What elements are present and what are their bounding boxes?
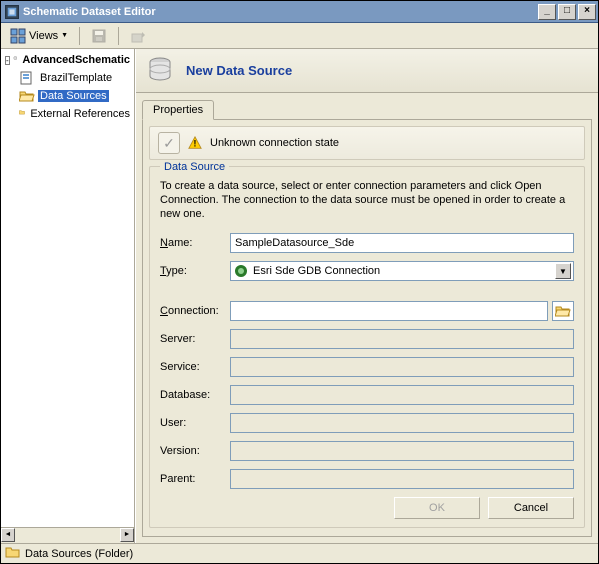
tree-root[interactable]: - AdvancedSchematic	[1, 51, 134, 69]
server-input	[230, 329, 574, 349]
database-large-icon	[144, 55, 176, 87]
tab-row: Properties	[142, 99, 592, 119]
minus-icon: -	[5, 56, 10, 65]
close-button[interactable]: ×	[578, 4, 596, 20]
cancel-label: Cancel	[514, 502, 548, 514]
titlebar: Schematic Dataset Editor _ □ ×	[1, 1, 598, 23]
folder-icon	[19, 106, 25, 122]
save-button	[86, 26, 112, 46]
content-title: New Data Source	[186, 63, 292, 78]
tab-label: Properties	[153, 104, 203, 116]
ok-button: OK	[394, 497, 480, 519]
toolbar: Views ▼	[1, 23, 598, 49]
tree-root-label: AdvancedSchematic	[20, 54, 132, 66]
chevron-down-icon: ▼	[555, 263, 571, 279]
svg-text:!: !	[194, 139, 197, 149]
chevron-down-icon: ▼	[61, 32, 68, 39]
parent-input	[230, 469, 574, 489]
service-input	[230, 357, 574, 377]
browse-connection-button[interactable]	[552, 301, 574, 321]
import-icon	[130, 28, 146, 44]
version-input	[230, 441, 574, 461]
window-title: Schematic Dataset Editor	[23, 6, 536, 18]
name-label: Name:	[160, 237, 230, 249]
help-text: To create a data source, select or enter…	[160, 179, 574, 221]
app-icon	[5, 5, 19, 19]
service-label: Service:	[160, 361, 230, 373]
views-label: Views	[29, 30, 58, 42]
template-icon	[19, 70, 35, 86]
folder-open-icon	[19, 88, 35, 104]
type-value: Esri Sde GDB Connection	[253, 265, 380, 277]
type-label: Type:	[160, 265, 230, 277]
datasource-fieldset: Data Source To create a data source, sel…	[149, 166, 585, 528]
connection-label: Connection:	[160, 305, 230, 317]
tree-item-datasources[interactable]: Data Sources	[1, 87, 134, 105]
parent-label: Parent:	[160, 473, 230, 485]
check-icon: ✓	[158, 132, 180, 154]
name-input[interactable]	[230, 233, 574, 253]
content-panel: New Data Source Properties ✓ ! Unknown c…	[135, 49, 598, 543]
database-label: Database:	[160, 389, 230, 401]
views-icon	[10, 28, 26, 44]
sidebar-scrollbar[interactable]: ◄ ►	[1, 527, 135, 543]
save-icon	[91, 28, 107, 44]
tree-item-label: BrazilTemplate	[38, 72, 114, 84]
main: - AdvancedSchematic BrazilTemplate Data …	[1, 49, 598, 543]
window-controls: _ □ ×	[536, 4, 596, 20]
fieldset-legend: Data Source	[160, 161, 229, 173]
user-label: User:	[160, 417, 230, 429]
toolbar-separator	[79, 27, 80, 45]
tree-item-label: Data Sources	[38, 90, 109, 102]
views-menu-button[interactable]: Views ▼	[5, 26, 73, 46]
tab-properties[interactable]: Properties	[142, 100, 214, 120]
tree-item-externalrefs[interactable]: External References	[1, 105, 134, 123]
version-label: Version:	[160, 445, 230, 457]
status-text: Unknown connection state	[210, 137, 339, 149]
type-select[interactable]: Esri Sde GDB Connection ▼	[230, 261, 574, 281]
scroll-right-button[interactable]: ►	[120, 528, 134, 542]
minimize-button[interactable]: _	[538, 4, 556, 20]
ok-label: OK	[429, 502, 445, 514]
server-label: Server:	[160, 333, 230, 345]
toolbar-separator	[118, 27, 119, 45]
import-button	[125, 26, 151, 46]
maximize-button[interactable]: □	[558, 4, 576, 20]
folder-icon	[5, 545, 21, 562]
statusbar-text: Data Sources (Folder)	[25, 548, 133, 560]
connection-status-box: ✓ ! Unknown connection state	[149, 126, 585, 160]
statusbar: Data Sources (Folder)	[1, 543, 598, 563]
connection-input[interactable]	[230, 301, 548, 321]
esri-logo-icon	[233, 263, 249, 279]
tree-item-braziltemplate[interactable]: BrazilTemplate	[1, 69, 134, 87]
tree-item-label: External References	[28, 108, 132, 120]
user-input	[230, 413, 574, 433]
warning-icon: !	[188, 136, 202, 150]
database-input	[230, 385, 574, 405]
sidebar-tree[interactable]: - AdvancedSchematic BrazilTemplate Data …	[1, 49, 135, 527]
scroll-left-button[interactable]: ◄	[1, 528, 15, 542]
content-header: New Data Source	[136, 49, 598, 93]
database-icon	[13, 52, 18, 68]
tab-body: ✓ ! Unknown connection state Data Source…	[142, 119, 592, 537]
cancel-button[interactable]: Cancel	[488, 497, 574, 519]
